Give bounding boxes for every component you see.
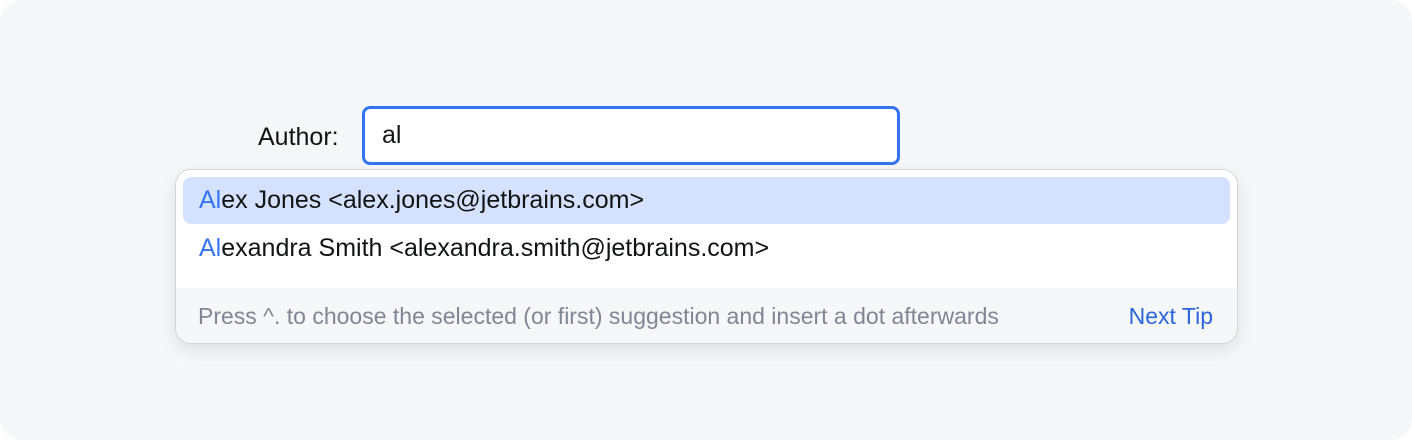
author-label: Author: [258, 123, 339, 151]
completion-popup: Alex Jones <alex.jones@jetbrains.com> Al… [175, 169, 1238, 344]
completion-item-text: ex Jones <alex.jones@jetbrains.com> [221, 186, 645, 214]
completion-item-text: exandra Smith <alexandra.smith@jetbrains… [221, 234, 770, 262]
author-input[interactable] [362, 106, 900, 165]
tip-text: Press ^. to choose the selected (or firs… [198, 303, 999, 329]
next-tip-link[interactable]: Next Tip [1129, 288, 1213, 343]
completion-item-match: Al [199, 234, 222, 262]
completion-item[interactable]: Alex Jones <alex.jones@jetbrains.com> [183, 177, 1230, 224]
canvas: Author: Alex Jones <alex.jones@jetbrains… [0, 0, 1412, 440]
completion-footer: Press ^. to choose the selected (or firs… [176, 288, 1237, 343]
completion-item[interactable]: Alexandra Smith <alexandra.smith@jetbrai… [183, 225, 1230, 272]
completion-list: Alex Jones <alex.jones@jetbrains.com> Al… [176, 170, 1237, 288]
completion-item-match: Al [199, 186, 222, 214]
